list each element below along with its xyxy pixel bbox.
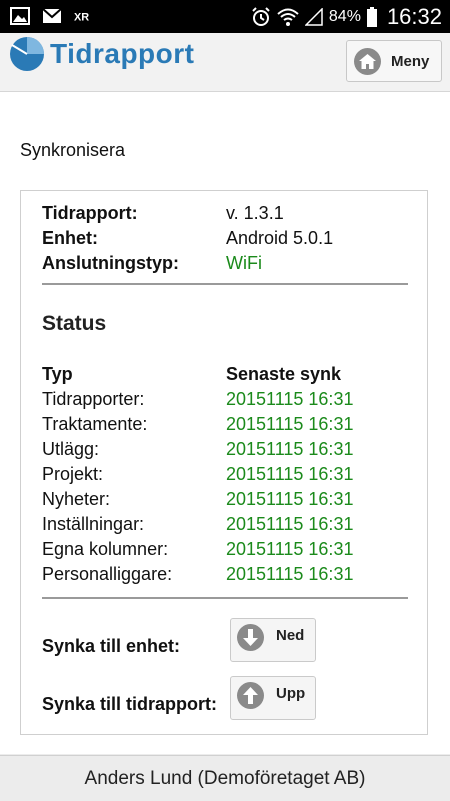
status-sync: 20151115 16:31 xyxy=(226,514,354,534)
status-row: Projekt: 20151115 16:31 xyxy=(42,462,353,487)
signal-icon xyxy=(304,8,323,26)
battery-icon xyxy=(366,7,377,27)
nosignal-icon: XR xyxy=(74,12,89,24)
status-type: Personalliggare: xyxy=(42,564,173,584)
user-name: Anders Lund (Demoföretaget AB) xyxy=(84,767,366,789)
status-type: Traktamente: xyxy=(42,414,148,434)
menu-button[interactable]: Meny xyxy=(346,40,442,82)
info-value: v. 1.3.1 xyxy=(226,203,284,223)
status-sync: 20151115 16:31 xyxy=(226,389,354,409)
status-type: Tidrapporter: xyxy=(42,389,145,409)
logo-text: Tidrapport xyxy=(50,38,195,69)
info-row-connection: Anslutningstyp: WiFi xyxy=(42,251,333,276)
info-list: Tidrapport: v. 1.3.1 Enhet: Android 5.0.… xyxy=(42,201,333,276)
status-row: Personalliggare: 20151115 16:31 xyxy=(42,562,353,587)
sync-down-button[interactable]: Ned xyxy=(230,618,316,662)
info-row-device: Enhet: Android 5.0.1 xyxy=(42,226,333,251)
arrow-down-icon xyxy=(237,624,264,651)
info-key: Enhet: xyxy=(42,228,98,248)
info-row-version: Tidrapport: v. 1.3.1 xyxy=(42,201,333,226)
svg-text:XR: XR xyxy=(74,12,89,24)
status-type: Inställningar: xyxy=(42,514,145,534)
info-key: Anslutningstyp: xyxy=(42,253,179,273)
image-icon xyxy=(10,7,30,25)
status-table: Typ Senaste synk Tidrapporter: 20151115 1… xyxy=(42,362,353,587)
app-header: Tidrapport Meny xyxy=(0,33,450,92)
up-label: Upp xyxy=(276,685,306,702)
status-sync: 20151115 16:31 xyxy=(226,539,354,559)
down-label: Ned xyxy=(276,627,305,644)
status-header-row: Typ Senaste synk xyxy=(42,362,353,387)
sync-up-button[interactable]: Upp xyxy=(230,676,316,720)
status-heading: Status xyxy=(42,312,107,335)
menu-label: Meny xyxy=(391,52,430,70)
home-icon xyxy=(354,47,381,75)
sync-panel: Tidrapport: v. 1.3.1 Enhet: Android 5.0.… xyxy=(20,190,428,735)
status-type: Utlägg: xyxy=(42,439,100,459)
arrow-up-icon xyxy=(237,682,264,709)
col-sync-header: Senaste synk xyxy=(226,364,342,384)
status-row: Utlägg: 20151115 16:31 xyxy=(42,437,353,462)
clock: 16:32 xyxy=(386,4,442,29)
sync-to-server-label: Synka till tidrapport: xyxy=(42,694,218,714)
sync-to-device-label: Synka till enhet: xyxy=(42,636,181,656)
logo-icon xyxy=(10,37,44,71)
footer-user: Anders Lund (Demoföretaget AB) xyxy=(0,755,450,801)
status-type: Egna kolumner: xyxy=(42,539,169,559)
alarm-icon xyxy=(252,7,270,26)
status-row: Nyheter: 20151115 16:31 xyxy=(42,487,353,512)
mail-icon xyxy=(42,8,62,23)
col-type-header: Typ xyxy=(42,364,73,384)
wifi-icon xyxy=(277,8,299,26)
status-row: Traktamente: 20151115 16:31 xyxy=(42,412,353,437)
info-value: Android 5.0.1 xyxy=(226,228,334,248)
status-row: Inställningar: 20151115 16:31 xyxy=(42,512,353,537)
battery-percent: 84% xyxy=(328,8,361,25)
page-title: Synkronisera xyxy=(20,140,126,160)
status-sync: 20151115 16:31 xyxy=(226,439,354,459)
status-sync: 20151115 16:31 xyxy=(226,564,354,584)
status-type: Projekt: xyxy=(42,464,104,484)
status-sync: 20151115 16:31 xyxy=(226,464,354,484)
status-bar: XR 84% 16:32 xyxy=(0,0,450,33)
status-sync: 20151115 16:31 xyxy=(226,414,354,434)
divider xyxy=(42,597,408,599)
app-logo: Tidrapport xyxy=(8,35,194,73)
status-row: Egna kolumner: 20151115 16:31 xyxy=(42,537,353,562)
status-sync: 20151115 16:31 xyxy=(226,489,354,509)
info-key: Tidrapport: xyxy=(42,203,138,223)
status-row: Tidrapporter: 20151115 16:31 xyxy=(42,387,353,412)
main-content: Synkronisera Tidrapport: v. 1.3.1 Enhet:… xyxy=(0,92,450,754)
divider xyxy=(42,283,408,285)
status-type: Nyheter: xyxy=(42,489,111,509)
info-value: WiFi xyxy=(226,253,262,273)
